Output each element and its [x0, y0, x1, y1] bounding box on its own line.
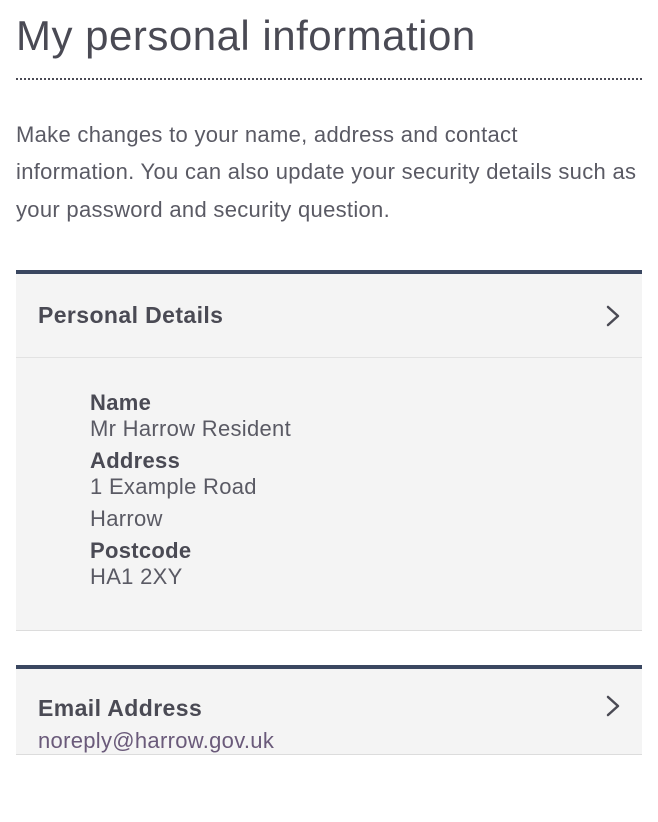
- intro-text: Make changes to your name, address and c…: [16, 116, 642, 228]
- postcode-value: HA1 2XY: [90, 564, 620, 590]
- address-line1: 1 Example Road: [90, 474, 620, 500]
- personal-details-header[interactable]: Personal Details: [16, 274, 642, 358]
- personal-details-body: Name Mr Harrow Resident Address 1 Exampl…: [16, 358, 642, 630]
- address-label: Address: [90, 448, 620, 474]
- personal-details-panel: Personal Details Name Mr Harrow Resident…: [16, 270, 642, 631]
- postcode-label: Postcode: [90, 538, 620, 564]
- address-line2: Harrow: [90, 506, 620, 532]
- chevron-right-icon: [606, 305, 620, 327]
- personal-details-title: Personal Details: [38, 302, 223, 329]
- name-value: Mr Harrow Resident: [90, 416, 620, 442]
- dotted-divider: [16, 78, 642, 80]
- email-address-title: Email Address: [38, 695, 274, 722]
- email-address-header[interactable]: Email Address noreply@harrow.gov.uk: [16, 669, 642, 754]
- chevron-right-icon: [606, 695, 620, 717]
- email-address-value: noreply@harrow.gov.uk: [38, 728, 274, 754]
- page-title: My personal information: [16, 12, 642, 60]
- email-address-panel: Email Address noreply@harrow.gov.uk: [16, 665, 642, 755]
- name-label: Name: [90, 390, 620, 416]
